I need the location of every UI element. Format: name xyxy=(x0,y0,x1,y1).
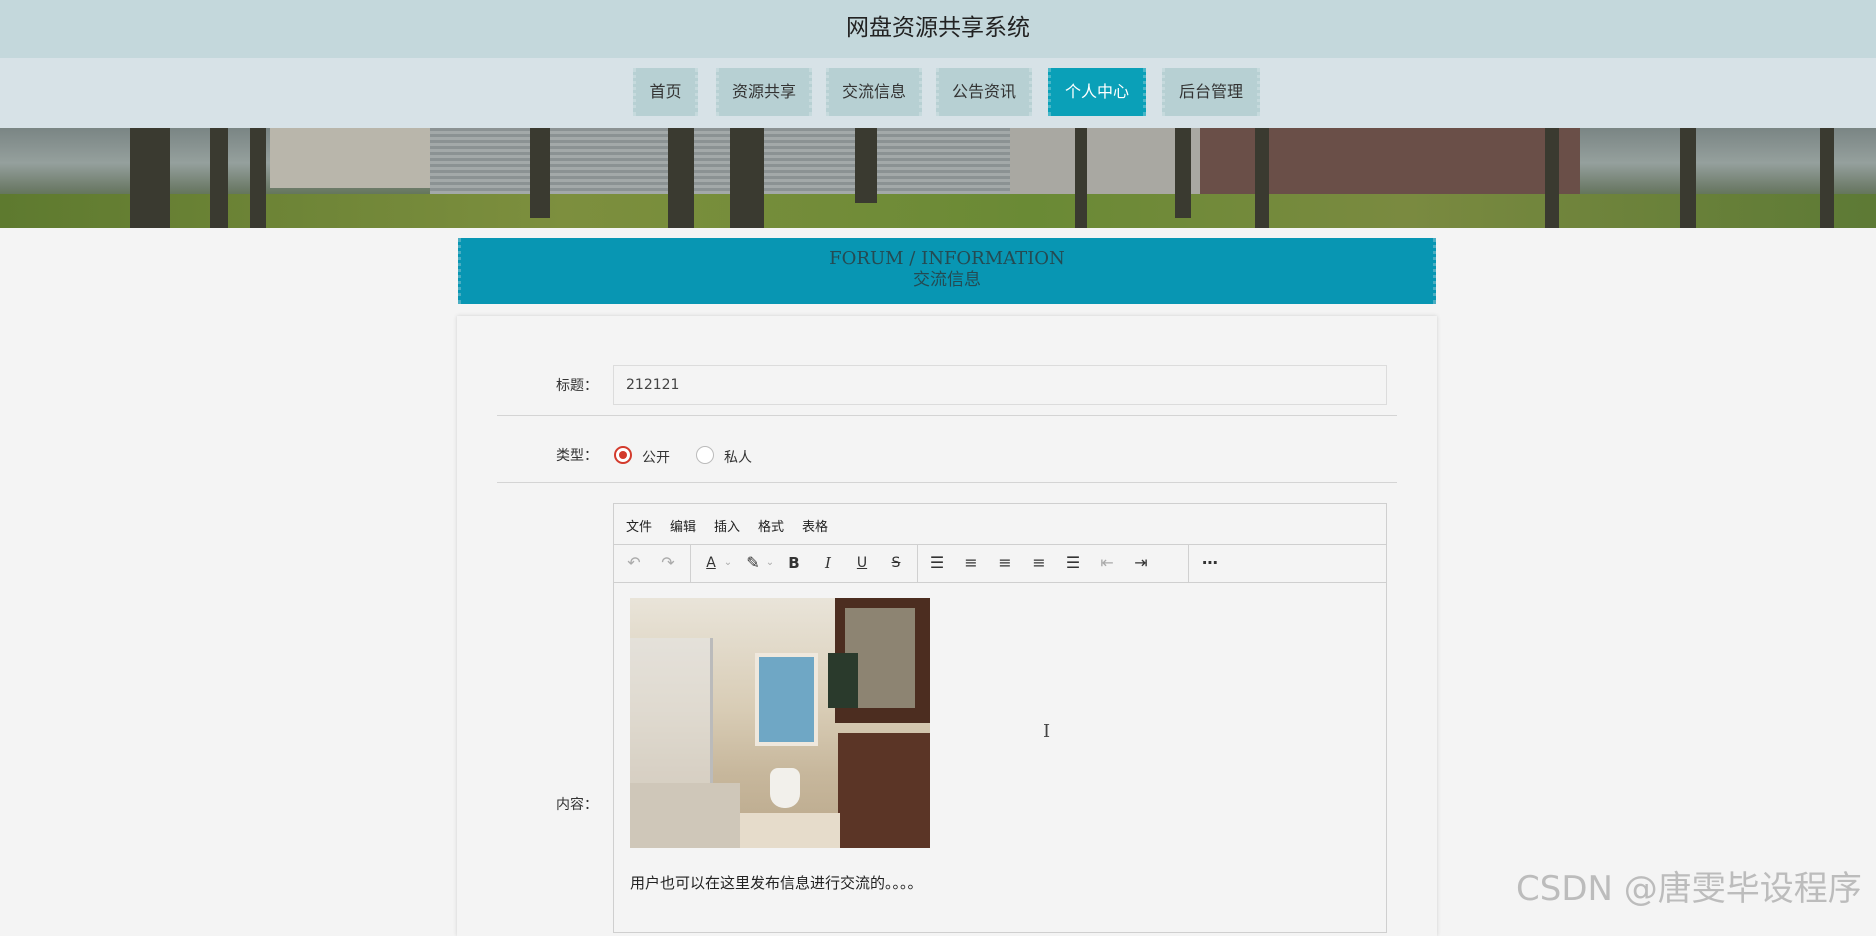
content-image-bathroom[interactable] xyxy=(630,598,930,848)
nav-forum[interactable]: 交流信息 xyxy=(826,68,922,116)
banner-image xyxy=(0,128,1876,228)
nav-personal-center[interactable]: 个人中心 xyxy=(1048,68,1146,116)
align-right-icon[interactable]: ≡ xyxy=(1028,553,1050,573)
strikethrough-icon[interactable]: S xyxy=(886,553,906,573)
type-label: 类型： xyxy=(556,448,598,464)
radio-private-label[interactable]: 私人 xyxy=(724,447,752,467)
bold-icon[interactable]: B xyxy=(784,553,804,573)
menu-file[interactable]: 文件 xyxy=(626,516,652,535)
section-title: FORUM / INFORMATION 交流信息 xyxy=(458,238,1436,304)
app-title: 网盘资源共享系统 xyxy=(0,0,1876,58)
chevron-down-icon[interactable]: ⌄ xyxy=(764,553,776,573)
radio-public-label[interactable]: 公开 xyxy=(642,447,670,467)
nav-admin[interactable]: 后台管理 xyxy=(1162,68,1260,116)
outdent-icon[interactable]: ⇤ xyxy=(1096,553,1118,573)
more-icon[interactable]: ⋯ xyxy=(1198,553,1222,573)
font-color-icon[interactable]: A xyxy=(700,553,722,573)
divider xyxy=(497,415,1397,416)
content-label: 内容： xyxy=(556,797,598,813)
radio-public[interactable] xyxy=(614,446,632,464)
indent-icon[interactable]: ⇥ xyxy=(1130,553,1152,573)
editor-menubar: 文件 编辑 插入 格式 表格 xyxy=(614,504,1386,545)
divider xyxy=(497,482,1397,483)
chevron-down-icon[interactable]: ⌄ xyxy=(722,553,734,573)
align-justify-icon[interactable]: ☰ xyxy=(1062,553,1084,573)
italic-icon[interactable]: I xyxy=(818,553,838,573)
underline-icon[interactable]: U xyxy=(852,553,872,573)
menu-table[interactable]: 表格 xyxy=(802,516,828,535)
radio-private[interactable] xyxy=(696,446,714,464)
line-height-icon[interactable]: ☰ xyxy=(926,553,948,573)
content-text[interactable]: 用户也可以在这里发布信息进行交流的。。。。 xyxy=(630,872,923,893)
title-label: 标题： xyxy=(556,378,598,394)
nav-resource-share[interactable]: 资源共享 xyxy=(716,68,812,116)
highlight-icon[interactable]: ✎ xyxy=(742,553,764,573)
watermark: CSDN @唐雯毕设程序 xyxy=(1516,869,1862,909)
toolbar-separator xyxy=(1188,544,1189,582)
rich-text-editor: 文件 编辑 插入 格式 表格 ↶ ↷ A ⌄ ✎ ⌄ B I U S ☰ ≡ ≡… xyxy=(613,503,1387,933)
redo-icon[interactable]: ↷ xyxy=(658,553,678,573)
section-title-en: FORUM / INFORMATION xyxy=(829,248,1065,269)
undo-icon[interactable]: ↶ xyxy=(624,553,644,573)
toolbar-separator xyxy=(917,544,918,582)
menu-edit[interactable]: 编辑 xyxy=(670,516,696,535)
title-input[interactable]: 212121 xyxy=(613,365,1387,405)
nav-home[interactable]: 首页 xyxy=(633,68,698,116)
main-nav: 首页 资源共享 交流信息 公告资讯 个人中心 后台管理 xyxy=(0,58,1876,128)
section-title-cn: 交流信息 xyxy=(913,270,981,290)
toolbar-separator xyxy=(690,544,691,582)
nav-news[interactable]: 公告资讯 xyxy=(936,68,1032,116)
menu-format[interactable]: 格式 xyxy=(758,516,784,535)
align-center-icon[interactable]: ≡ xyxy=(994,553,1016,573)
menu-insert[interactable]: 插入 xyxy=(714,516,740,535)
editor-toolbar: ↶ ↷ A ⌄ ✎ ⌄ B I U S ☰ ≡ ≡ ≡ ☰ ⇤ ⇥ ⋯ xyxy=(614,544,1386,583)
text-cursor-icon: I xyxy=(1043,721,1051,742)
align-left-icon[interactable]: ≡ xyxy=(960,553,982,573)
